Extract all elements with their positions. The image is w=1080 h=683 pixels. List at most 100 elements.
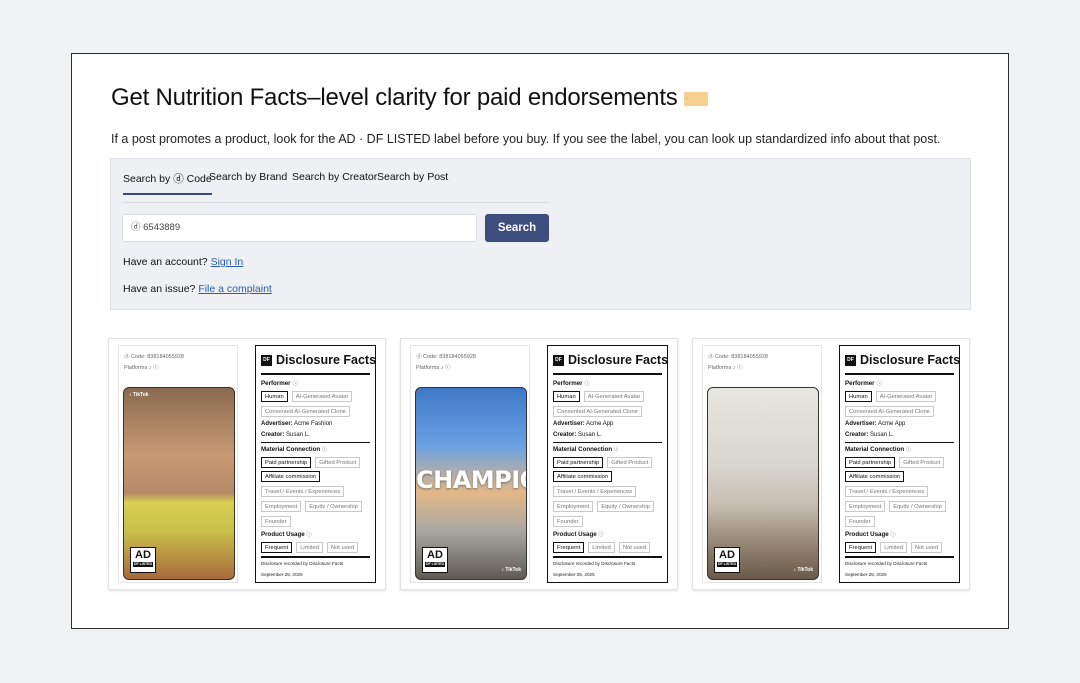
recorded-date: September 25, 2025 [261, 572, 303, 577]
material-connection-option: Paid partnership [261, 457, 312, 468]
divider [553, 373, 662, 375]
material-connection-option: Founder [845, 516, 875, 527]
info-icon: ⓘ [876, 381, 882, 387]
material-row-4: Employment Equity / Ownership [845, 501, 946, 512]
material-connection-option: Employment [553, 501, 594, 512]
performer-row-1: Human AI-Generated Avatar [845, 391, 937, 402]
disclosure-card[interactable]: ⓓ Code: 838184055928 Platforms ♪ ⓘ CHAMP… [400, 338, 678, 590]
recorded-by-text: Disclosure recorded by Disclosure Facts [845, 561, 928, 566]
divider [261, 373, 370, 375]
sign-in-link[interactable]: Sign In [211, 256, 244, 268]
post-platforms: Platforms ♪ ⓘ [124, 365, 159, 371]
search-input[interactable]: ⓓ 6543889 [122, 214, 477, 242]
recorded-date: September 25, 2025 [845, 572, 887, 577]
post-preview[interactable]: ⓓ Code: 838184055928 Platforms ♪ ⓘ CHAMP… [410, 345, 530, 583]
ad-df-listed-badge: AD DF LISTED [714, 547, 740, 573]
post-preview[interactable]: ⓓ Code: 838184055928 Platforms ♪ ⓘ AD DF… [702, 345, 822, 583]
video-thumbnail[interactable]: AD DF LISTED ♪ TikTok [707, 387, 819, 580]
material-row-3: Travel / Events / Experiences [553, 486, 637, 497]
post-code: ⓓ Code: 838184055928 [124, 354, 184, 360]
advertiser-key: Advertiser: [553, 421, 585, 427]
performer-heading-text: Performer [261, 380, 291, 387]
performer-option: Human [261, 391, 288, 402]
divider [261, 556, 370, 558]
post-platforms: Platforms ♪ ⓘ [708, 365, 743, 371]
ad-label: AD [427, 549, 443, 561]
performer-row-2: Consented AI-Generated Clone [261, 406, 350, 417]
material-row-2: Affiliate commission [261, 471, 321, 482]
issue-text: Have an issue? [123, 283, 196, 295]
material-connection-option: Founder [553, 516, 583, 527]
video-overlay-text: CHAMPION [416, 466, 526, 494]
material-row-2: Affiliate commission [845, 471, 905, 482]
df-logo-icon: DF [845, 354, 856, 366]
performer-heading-text: Performer [845, 380, 875, 387]
divider [261, 442, 370, 443]
disclosure-card[interactable]: ⓓ Code: 838184055928 Platforms ♪ ⓘ AD DF… [692, 338, 970, 590]
performer-row-2: Consented AI-Generated Clone [845, 406, 934, 417]
page-title: Get Nutrition Facts–level clarity for pa… [111, 84, 708, 112]
disclosure-card[interactable]: ⓓ Code: 838184055928 Platforms ♪ ⓘ ♪ Tik… [108, 338, 386, 590]
tab-search-by-post[interactable]: Search by Post [377, 171, 448, 183]
material-connection-option: Affiliate commission [845, 471, 905, 482]
performer-heading-text: Performer [553, 380, 583, 387]
product-usage-option: Limited [880, 542, 907, 553]
page-subtitle: If a post promotes a product, look for t… [111, 132, 941, 146]
performer-heading: Performer ⓘ [553, 380, 590, 387]
product-usage-option: Not used [326, 542, 359, 553]
divider [553, 556, 662, 558]
advertiser-field: Advertiser: Acme App [553, 421, 613, 427]
search-tabs: Search by ⓓ Code Search by Brand Search … [123, 171, 549, 203]
material-connection-option: Equity / Ownership [597, 501, 654, 512]
price-tag-icon: ◦ [683, 92, 708, 106]
material-row-5: Founder [553, 516, 583, 527]
usage-row: Frequent Limited Not used [845, 542, 943, 553]
material-connection-option: Gifted Product [607, 457, 653, 468]
advertiser-value: Acme App [878, 421, 906, 427]
performer-option: AI-Generated Avatar [291, 391, 353, 402]
facts-title-text: Disclosure Facts [276, 353, 377, 367]
post-platforms: Platforms ♪ ⓘ [416, 365, 451, 371]
performer-option: AI-Generated Avatar [875, 391, 937, 402]
df-logo-icon: DF [553, 354, 564, 366]
facts-title-text: Disclosure Facts [860, 353, 961, 367]
advertiser-value: Acme Fashion [294, 421, 333, 427]
usage-heading: Product Usage ⓘ [845, 531, 896, 538]
main-frame: Get Nutrition Facts–level clarity for pa… [71, 53, 1009, 629]
divider [845, 442, 954, 443]
video-thumbnail[interactable]: ♪ TikTok AD DF LISTED [123, 387, 235, 580]
tab-search-by-brand[interactable]: Search by Brand [209, 171, 287, 183]
product-usage-option: Frequent [553, 542, 585, 553]
material-connection-option: Paid partnership [553, 457, 604, 468]
material-heading-text: Material Connection [553, 446, 613, 453]
material-connection-option: Employment [845, 501, 886, 512]
facts-title-text: Disclosure Facts [568, 353, 669, 367]
performer-heading: Performer ⓘ [261, 380, 298, 387]
tab-search-by-creator[interactable]: Search by Creator [292, 171, 377, 183]
facts-title: DF Disclosure Facts [553, 353, 668, 367]
recorded-by-text: Disclosure recorded by Disclosure Facts [261, 561, 344, 566]
info-icon: ⓘ [306, 532, 312, 538]
performer-option: Consented AI-Generated Clone [845, 406, 934, 417]
post-code: ⓓ Code: 838184055928 [708, 354, 768, 360]
divider [553, 442, 662, 443]
material-row-1: Paid partnership Gifted Product [261, 457, 361, 468]
creator-value: Susan L. [578, 432, 602, 438]
creator-field: Creator: Susan L. [261, 432, 310, 438]
usage-heading: Product Usage ⓘ [261, 531, 312, 538]
material-connection-option: Gifted Product [315, 457, 361, 468]
info-icon: ⓘ [598, 532, 604, 538]
tab-search-by-code[interactable]: Search by ⓓ Code [123, 171, 212, 195]
usage-heading-text: Product Usage [845, 531, 889, 538]
post-code: ⓓ Code: 838184055928 [416, 354, 476, 360]
search-button[interactable]: Search [485, 214, 549, 242]
performer-row-1: Human AI-Generated Avatar [553, 391, 645, 402]
video-thumbnail[interactable]: CHAMPION AD DF LISTED ♪ TikTok [415, 387, 527, 580]
file-complaint-link[interactable]: File a complaint [198, 283, 272, 295]
usage-heading-text: Product Usage [553, 531, 597, 538]
info-icon: ⓘ [584, 381, 590, 387]
post-preview[interactable]: ⓓ Code: 838184055928 Platforms ♪ ⓘ ♪ Tik… [118, 345, 238, 583]
material-row-2: Affiliate commission [553, 471, 613, 482]
recorded-by-text: Disclosure recorded by Disclosure Facts [553, 561, 636, 566]
advertiser-field: Advertiser: Acme App [845, 421, 905, 427]
